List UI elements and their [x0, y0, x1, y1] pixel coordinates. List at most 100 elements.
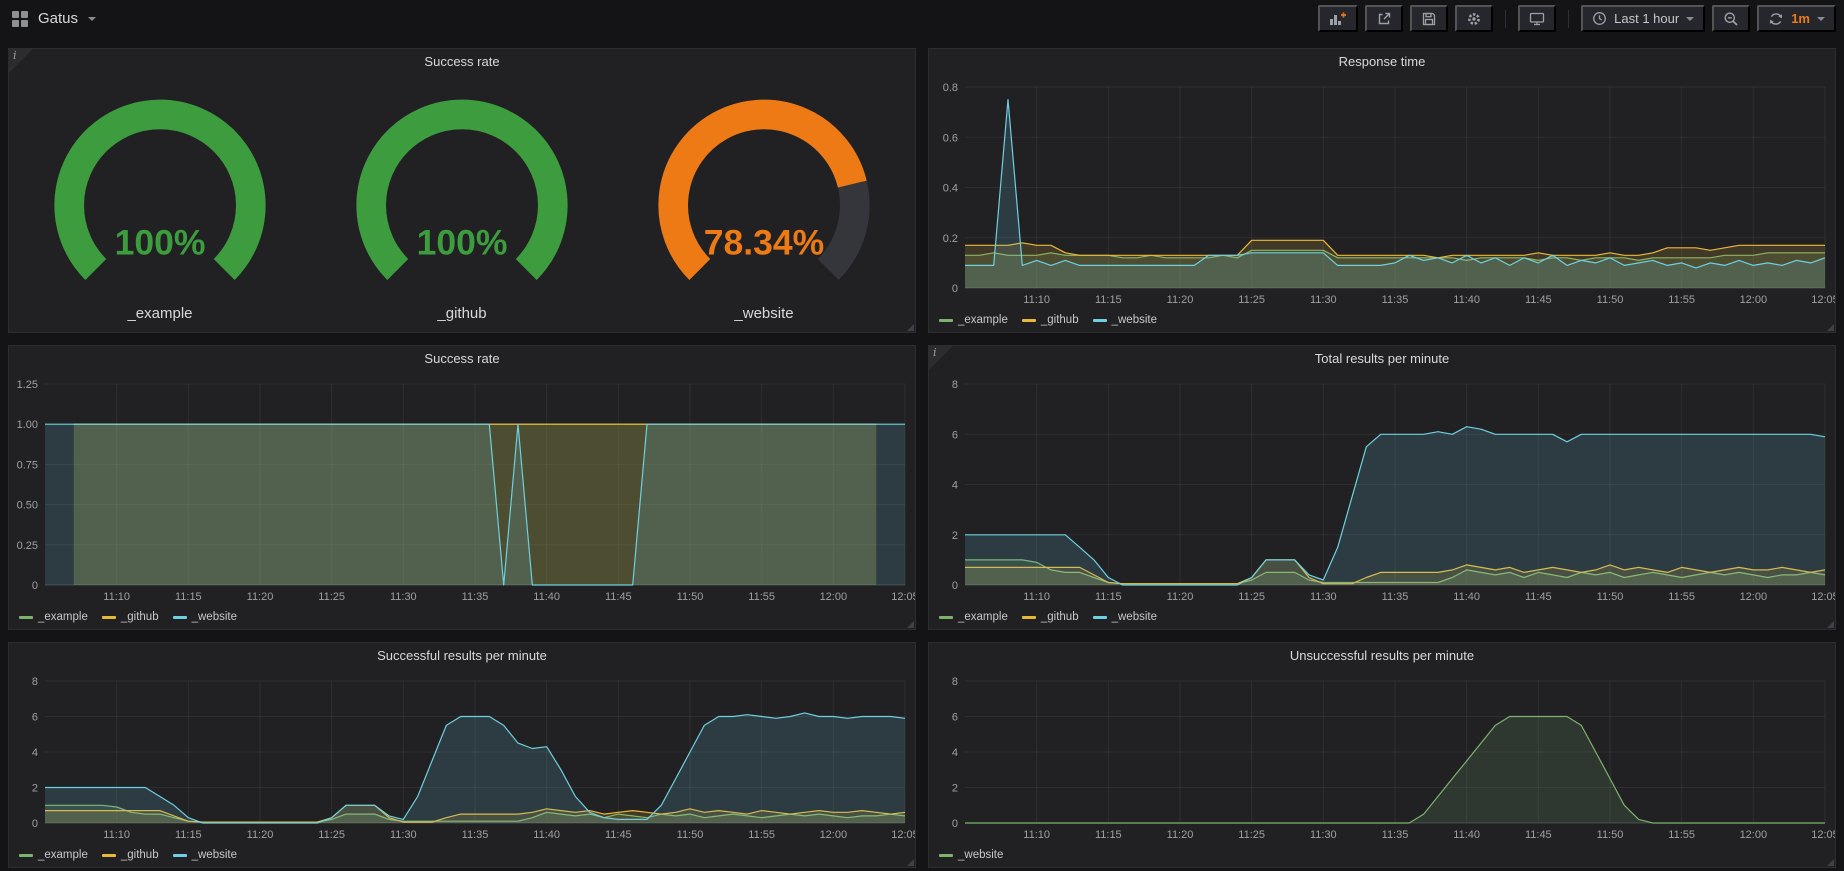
svg-text:6: 6 — [952, 712, 958, 724]
svg-text:12:05: 12:05 — [891, 829, 915, 841]
svg-text:11:50: 11:50 — [677, 591, 704, 603]
add-panel-button[interactable] — [1318, 5, 1358, 32]
gauge-label: _website — [734, 302, 793, 332]
gauge-label: _github — [437, 302, 486, 332]
legend-series-label: _github — [121, 849, 159, 861]
legend-series-color — [102, 854, 116, 857]
svg-text:11:55: 11:55 — [1668, 591, 1695, 603]
save-button[interactable] — [1410, 5, 1448, 32]
svg-text:11:15: 11:15 — [1095, 829, 1122, 841]
chevron-down-icon — [1817, 17, 1825, 21]
svg-text:11:40: 11:40 — [1453, 829, 1480, 841]
svg-text:12:05: 12:05 — [1811, 591, 1835, 603]
legend-series-color — [1093, 616, 1107, 619]
svg-text:11:20: 11:20 — [247, 829, 274, 841]
zoom-out-button[interactable] — [1712, 5, 1750, 32]
legend-item-_example[interactable]: _example — [19, 611, 88, 623]
response-time-chart[interactable]: 11:1011:1511:2011:2511:3011:3511:4011:45… — [929, 75, 1835, 308]
legend-item-_example[interactable]: _example — [19, 849, 88, 861]
panel-title[interactable]: Success rate — [9, 49, 915, 75]
gauge-_github: 100%_github — [311, 75, 613, 332]
panel-title[interactable]: Total results per minute — [929, 346, 1835, 372]
refresh-button[interactable]: 1m — [1757, 5, 1836, 32]
gauge-arc: 78.34% — [613, 75, 915, 302]
svg-text:0.4: 0.4 — [943, 183, 958, 195]
total-results-chart[interactable]: 11:1011:1511:2011:2511:3011:3511:4011:45… — [929, 372, 1835, 605]
gear-icon — [1466, 11, 1482, 27]
svg-text:0: 0 — [32, 818, 38, 830]
legend-series-label: _github — [121, 611, 159, 623]
gauge-arc: 100% — [9, 75, 311, 302]
legend-series-label: _github — [1041, 611, 1079, 623]
legend-item-_website[interactable]: _website — [939, 849, 1003, 861]
svg-text:11:55: 11:55 — [748, 829, 775, 841]
panel-title[interactable]: Unsuccessful results per minute — [929, 643, 1835, 669]
svg-text:11:45: 11:45 — [1525, 591, 1552, 603]
settings-button[interactable] — [1455, 5, 1493, 32]
panel-response-time: Response time 11:1011:1511:2011:2511:301… — [928, 48, 1836, 333]
legend-item-_website[interactable]: _website — [1093, 611, 1157, 623]
apps-grid-icon[interactable] — [12, 11, 28, 27]
panel-title[interactable]: Success rate — [9, 346, 915, 372]
legend-series-color — [939, 319, 953, 322]
svg-text:11:35: 11:35 — [1382, 294, 1409, 306]
info-icon[interactable]: i — [9, 49, 33, 73]
svg-text:12:00: 12:00 — [1740, 591, 1768, 603]
legend-item-_github[interactable]: _github — [1022, 611, 1079, 623]
legend-series-color — [173, 616, 187, 619]
zoom-out-icon — [1723, 11, 1739, 27]
svg-text:11:10: 11:10 — [1023, 591, 1050, 603]
share-button[interactable] — [1365, 5, 1403, 32]
svg-text:1.00: 1.00 — [17, 419, 38, 431]
svg-text:0: 0 — [952, 818, 958, 830]
panel-title[interactable]: Successful results per minute — [9, 643, 915, 669]
legend-item-_example[interactable]: _example — [939, 314, 1008, 326]
time-range-label: Last 1 hour — [1614, 11, 1679, 26]
save-icon — [1421, 11, 1437, 27]
svg-text:11:15: 11:15 — [175, 591, 202, 603]
navbar-left: Gatus — [12, 10, 96, 27]
clock-icon — [1592, 11, 1607, 26]
svg-text:0.6: 0.6 — [943, 132, 958, 144]
svg-text:11:30: 11:30 — [1310, 294, 1337, 306]
svg-text:12:05: 12:05 — [1811, 294, 1835, 306]
legend-item-_github[interactable]: _github — [102, 611, 159, 623]
svg-text:11:30: 11:30 — [390, 591, 417, 603]
legend-item-_website[interactable]: _website — [173, 849, 237, 861]
legend-series-color — [19, 616, 33, 619]
refresh-interval-label: 1m — [1791, 11, 1810, 26]
panel-success-rate-graph: Success rate 11:1011:1511:2011:2511:3011… — [8, 345, 916, 630]
cycle-view-button[interactable] — [1518, 5, 1556, 32]
chevron-down-icon — [1686, 17, 1694, 21]
legend-series-label: _website — [192, 849, 237, 861]
legend-item-_website[interactable]: _website — [1093, 314, 1157, 326]
svg-text:11:30: 11:30 — [1310, 829, 1337, 841]
time-range-picker[interactable]: Last 1 hour — [1581, 5, 1705, 32]
success-rate-chart[interactable]: 11:1011:1511:2011:2511:3011:3511:4011:45… — [9, 372, 915, 605]
svg-text:11:45: 11:45 — [605, 591, 632, 603]
legend-item-_github[interactable]: _github — [102, 849, 159, 861]
legend-series-label: _website — [192, 611, 237, 623]
legend-item-_example[interactable]: _example — [939, 611, 1008, 623]
svg-text:11:20: 11:20 — [1167, 829, 1194, 841]
svg-text:11:10: 11:10 — [103, 591, 130, 603]
legend-series-color — [939, 854, 953, 857]
legend-item-_website[interactable]: _website — [173, 611, 237, 623]
panel-unsuccessful-results: Unsuccessful results per minute 11:1011:… — [928, 642, 1836, 868]
svg-text:8: 8 — [952, 676, 958, 688]
chevron-down-icon[interactable] — [88, 17, 96, 21]
dashboard-title[interactable]: Gatus — [38, 10, 78, 27]
svg-text:12:00: 12:00 — [1740, 829, 1768, 841]
refresh-icon — [1768, 11, 1784, 27]
legend-series-color — [939, 616, 953, 619]
panel-title[interactable]: Response time — [929, 49, 1835, 75]
info-icon[interactable]: i — [929, 346, 953, 370]
svg-text:11:25: 11:25 — [318, 829, 345, 841]
successful-results-chart[interactable]: 11:1011:1511:2011:2511:3011:3511:4011:45… — [9, 669, 915, 843]
legend-item-_github[interactable]: _github — [1022, 314, 1079, 326]
unsuccessful-results-chart[interactable]: 11:1011:1511:2011:2511:3011:3511:4011:45… — [929, 669, 1835, 843]
tv-monitor-icon — [1529, 11, 1545, 27]
legend-series-label: _example — [38, 849, 88, 861]
navbar-toolbar: Last 1 hour 1m — [1311, 5, 1836, 32]
legend-series-color — [19, 854, 33, 857]
